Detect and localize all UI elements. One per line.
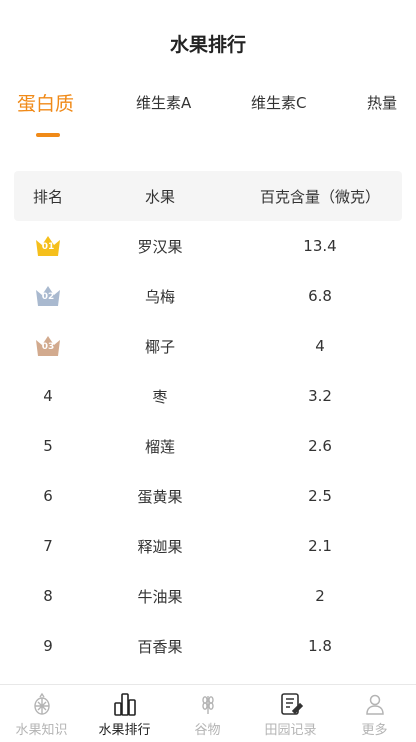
header-fruit: 水果	[144, 187, 175, 206]
rank-cell: 03	[14, 333, 82, 359]
fruit-name: 椰子	[144, 337, 175, 356]
rank-cell: 02	[14, 283, 82, 309]
rank-cell: 5	[43, 437, 53, 455]
table-row[interactable]: 01 罗汉果 13.4	[14, 221, 402, 271]
fruit-value: 2.1	[308, 537, 332, 555]
fruit-value: 2.6	[308, 437, 332, 455]
fruit-value: 13.4	[303, 237, 337, 255]
ranking-table: 排名 水果 百克含量（微克） 01 罗汉果 13.4 02 乌梅 6.8 03	[14, 171, 402, 671]
tabbar-label: 谷物	[194, 723, 221, 738]
rank-cell: 9	[43, 637, 53, 655]
fruit-name: 蛋黄果	[137, 487, 183, 506]
tabbar-label: 水果知识	[15, 723, 68, 738]
table-row[interactable]: 02 乌梅 6.8	[14, 271, 402, 321]
table-header: 排名 水果 百克含量（微克）	[14, 171, 402, 221]
fruit-name: 枣	[152, 387, 168, 406]
tabbar-label: 更多	[361, 723, 388, 738]
tabbar-item-record[interactable]: 田园记录	[249, 691, 332, 738]
bottom-tab-bar: 水果知识 水果排行 谷物 田园记录 更多	[0, 684, 416, 742]
fruit-name: 百香果	[137, 637, 183, 656]
fruit-value: 2.5	[308, 487, 332, 505]
fruit-name: 乌梅	[144, 287, 175, 306]
tab-vitamin-a[interactable]: 维生素A	[136, 92, 191, 113]
rank-cell: 6	[43, 487, 53, 505]
active-tab-indicator	[36, 133, 60, 137]
tab-protein[interactable]: 蛋白质	[17, 89, 74, 116]
header-rank: 排名	[32, 187, 63, 206]
table-row[interactable]: 7 释迦果 2.1	[14, 521, 402, 571]
fruit-knowledge-icon	[0, 691, 83, 717]
table-row[interactable]: 5 榴莲 2.6	[14, 421, 402, 471]
fruit-value: 1.8	[308, 637, 332, 655]
tab-calories[interactable]: 热量	[367, 92, 397, 113]
fruit-value: 3.2	[308, 387, 332, 405]
user-icon	[333, 691, 416, 717]
header-amount: 百克含量（微克）	[259, 187, 380, 206]
tabbar-label: 水果排行	[98, 723, 151, 738]
tabbar-label: 田园记录	[264, 723, 317, 738]
bronze-crown-icon: 03	[33, 333, 63, 359]
rank-cell: 7	[43, 537, 53, 555]
table-row[interactable]: 9 百香果 1.8	[14, 621, 402, 671]
grain-icon	[166, 691, 249, 717]
record-icon	[249, 691, 332, 717]
fruit-name: 榴莲	[144, 437, 175, 456]
table-row[interactable]: 03 椰子 4	[14, 321, 402, 371]
rank-number: 03	[41, 342, 55, 352]
fruit-value: 2	[315, 587, 325, 605]
ranking-icon	[83, 691, 166, 717]
fruit-value: 4	[315, 337, 325, 355]
table-row[interactable]: 6 蛋黄果 2.5	[14, 471, 402, 521]
fruit-name: 罗汉果	[137, 237, 183, 256]
silver-crown-icon: 02	[33, 283, 63, 309]
category-tabs: 蛋白质 维生素A 维生素C 热量	[0, 86, 416, 146]
fruit-name: 牛油果	[137, 587, 183, 606]
page-title: 水果排行	[169, 33, 246, 56]
rank-number: 01	[41, 242, 55, 252]
rank-cell: 4	[43, 387, 53, 405]
gold-crown-icon: 01	[33, 233, 63, 259]
fruit-name: 释迦果	[137, 537, 183, 556]
table-row[interactable]: 4 枣 3.2	[14, 371, 402, 421]
tabbar-item-grain[interactable]: 谷物	[166, 691, 249, 738]
tabbar-item-more[interactable]: 更多	[333, 691, 416, 738]
page-header: 水果排行	[0, 0, 416, 86]
tabbar-item-ranking[interactable]: 水果排行	[83, 691, 166, 738]
table-row[interactable]: 8 牛油果 2	[14, 571, 402, 621]
fruit-value: 6.8	[308, 287, 332, 305]
tab-vitamin-c[interactable]: 维生素C	[251, 92, 306, 113]
rank-cell: 01	[14, 233, 82, 259]
rank-cell: 8	[43, 587, 53, 605]
tabbar-item-fruit-knowledge[interactable]: 水果知识	[0, 691, 83, 738]
rank-number: 02	[41, 292, 55, 302]
